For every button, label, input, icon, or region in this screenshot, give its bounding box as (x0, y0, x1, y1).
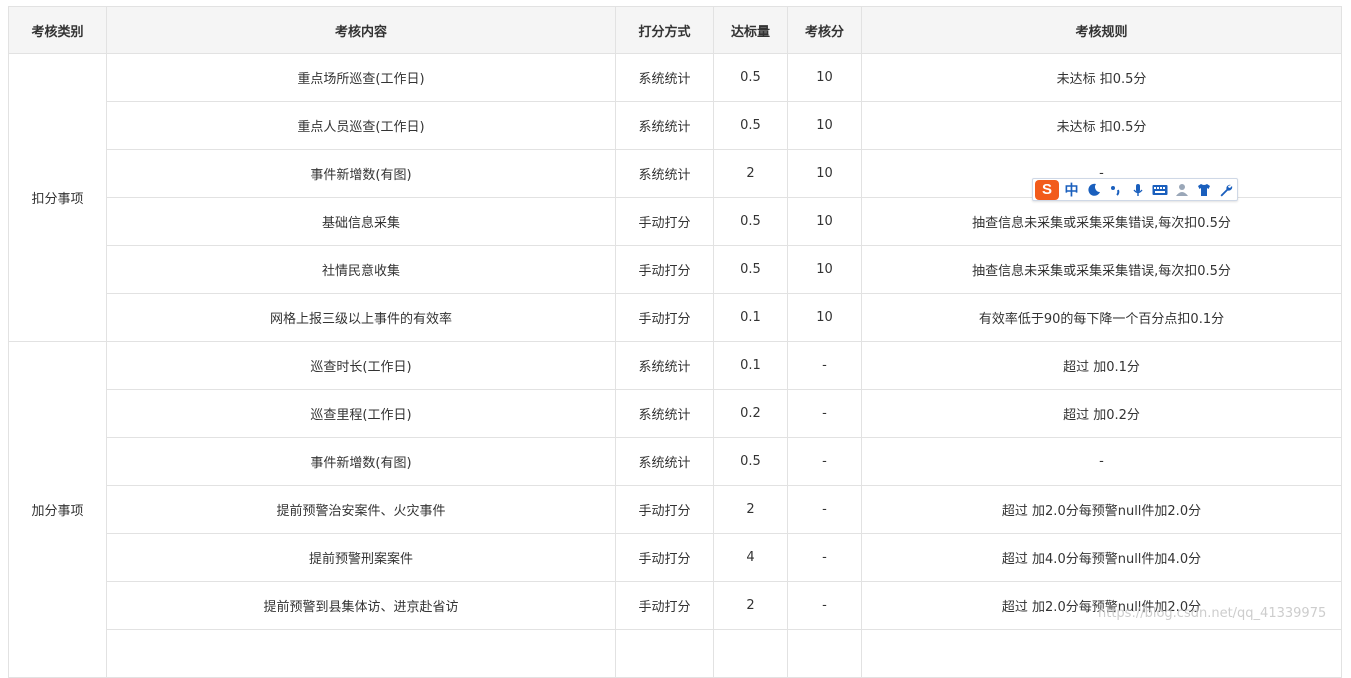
punctuation-icon[interactable] (1106, 180, 1125, 200)
content-cell: 重点人员巡查(工作日) (106, 101, 616, 150)
score-cell: 10 (787, 293, 862, 342)
category-cell: 加分事项 (8, 341, 107, 678)
ime-toolbar[interactable]: S 中 (1032, 178, 1238, 201)
method-cell: 系统统计 (615, 149, 714, 198)
content-cell: 社情民意收集 (106, 245, 616, 294)
content-cell: 巡查时长(工作日) (106, 341, 616, 390)
table-row: 提前预警刑案案件 手动打分 4- 超过 加4.0分每预警null件加4.0分 (9, 533, 1342, 582)
moon-icon[interactable] (1084, 180, 1103, 200)
user-icon[interactable] (1172, 180, 1191, 200)
rule-cell: 未达标 扣0.5分 (861, 53, 1342, 102)
header-target: 达标量 (713, 6, 788, 54)
content-cell: 重点场所巡查(工作日) (106, 53, 616, 102)
header-category: 考核类别 (8, 6, 107, 54)
method-cell: 手动打分 (615, 245, 714, 294)
target-cell: 0.5 (713, 245, 788, 294)
content-cell: 巡查里程(工作日) (106, 389, 616, 438)
content-cell: 网格上报三级以上事件的有效率 (106, 293, 616, 342)
score-cell: - (787, 485, 862, 534)
method-cell: 系统统计 (615, 53, 714, 102)
content-cell: 基础信息采集 (106, 197, 616, 246)
table-row: 提前预警治安案件、火灾事件 手动打分 2- 超过 加2.0分每预警null件加2.0分 (9, 485, 1342, 534)
rule-cell: 抽查信息未采集或采集采集错误,每次扣0.5分 (861, 197, 1342, 246)
method-cell: 手动打分 (615, 581, 714, 630)
target-cell: 0.1 (713, 293, 788, 342)
method-cell: 手动打分 (615, 197, 714, 246)
method-cell: 系统统计 (615, 101, 714, 150)
table-row: 网格上报三级以上事件的有效率 手动打分 0.1 10 有效率低于90的每下降一个百分点扣… (9, 293, 1342, 342)
table-row: 巡查里程(工作日) 系统统计 0.2- 超过 加0.2分 (9, 389, 1342, 438)
shirt-icon[interactable] (1194, 180, 1213, 200)
rule-cell (861, 629, 1342, 678)
target-cell: 0.5 (713, 197, 788, 246)
method-cell: 系统统计 (615, 389, 714, 438)
content-cell: 提前预警到县集体访、进京赴省访 (106, 581, 616, 630)
content-cell: 提前预警刑案案件 (106, 533, 616, 582)
rule-cell: 超过 加4.0分每预警null件加4.0分 (861, 533, 1342, 582)
category-cell: 扣分事项 (8, 53, 107, 342)
table-row: 重点人员巡查(工作日) 系统统计 0.5 10 未达标 扣0.5分 (9, 101, 1342, 150)
score-cell: 10 (787, 149, 862, 198)
table-row (9, 629, 1342, 678)
score-cell (787, 629, 862, 678)
chinese-mode-button[interactable]: 中 (1062, 180, 1081, 200)
score-cell: - (787, 341, 862, 390)
content-cell (106, 629, 616, 678)
header-content: 考核内容 (106, 6, 616, 54)
method-cell: 手动打分 (615, 533, 714, 582)
table-row: 基础信息采集 手动打分 0.5 10 抽查信息未采集或采集采集错误,每次扣0.5分 (9, 197, 1342, 246)
table-container: 考核类别 考核内容 打分方式 达标量 考核分 考核规则 扣分事项 重点场所巡查(工… (8, 6, 1342, 678)
header-score: 考核分 (787, 6, 862, 54)
table-row: 扣分事项 重点场所巡查(工作日) 系统统计 0.5 10 未达标 扣0.5分 (8, 53, 1342, 342)
content-cell: 事件新增数(有图) (106, 149, 616, 198)
wrench-icon[interactable] (1216, 180, 1235, 200)
score-cell: - (787, 389, 862, 438)
rule-cell: 未达标 扣0.5分 (861, 101, 1342, 150)
rule-cell: - (861, 437, 1342, 486)
table-row: 事件新增数(有图) 系统统计 0.5- - (9, 437, 1342, 486)
score-cell: 10 (787, 245, 862, 294)
method-cell: 手动打分 (615, 293, 714, 342)
target-cell: 0.2 (713, 389, 788, 438)
assessment-table: 考核类别 考核内容 打分方式 达标量 考核分 考核规则 扣分事项 重点场所巡查(工… (8, 6, 1342, 678)
method-cell: 系统统计 (615, 341, 714, 390)
rule-cell: 超过 加0.1分 (861, 341, 1342, 390)
method-cell (615, 629, 714, 678)
score-cell: - (787, 437, 862, 486)
target-cell (713, 629, 788, 678)
target-cell: 0.5 (713, 101, 788, 150)
method-cell: 手动打分 (615, 485, 714, 534)
table-row: 加分事项 巡查时长(工作日) 系统统计 0.1- 超过 加0.1分 (8, 341, 1342, 678)
watermark-url: https://blog.csdn.net/qq_41339975 (1098, 606, 1327, 621)
score-cell: 10 (787, 197, 862, 246)
rule-cell: 抽查信息未采集或采集采集错误,每次扣0.5分 (861, 245, 1342, 294)
content-cell: 提前预警治安案件、火灾事件 (106, 485, 616, 534)
target-cell: 4 (713, 533, 788, 582)
target-cell: 0.5 (713, 437, 788, 486)
score-cell: 10 (787, 101, 862, 150)
header-method: 打分方式 (615, 6, 714, 54)
target-cell: 2 (713, 149, 788, 198)
sogou-logo-icon[interactable]: S (1035, 179, 1059, 200)
table-row: 社情民意收集 手动打分 0.5 10 抽查信息未采集或采集采集错误,每次扣0.5分 (9, 245, 1342, 294)
microphone-icon[interactable] (1128, 180, 1147, 200)
keyboard-icon[interactable] (1150, 180, 1169, 200)
target-cell: 0.1 (713, 341, 788, 390)
method-cell: 系统统计 (615, 437, 714, 486)
target-cell: 2 (713, 581, 788, 630)
rule-cell: 超过 加2.0分每预警null件加2.0分 (861, 485, 1342, 534)
rule-cell: 超过 加0.2分 (861, 389, 1342, 438)
target-cell: 2 (713, 485, 788, 534)
rule-cell: 有效率低于90的每下降一个百分点扣0.1分 (861, 293, 1342, 342)
header-rule: 考核规则 (861, 6, 1342, 54)
score-cell: - (787, 533, 862, 582)
score-cell: - (787, 581, 862, 630)
target-cell: 0.5 (713, 53, 788, 102)
score-cell: 10 (787, 53, 862, 102)
content-cell: 事件新增数(有图) (106, 437, 616, 486)
table-header-row: 考核类别 考核内容 打分方式 达标量 考核分 考核规则 (8, 6, 1342, 54)
